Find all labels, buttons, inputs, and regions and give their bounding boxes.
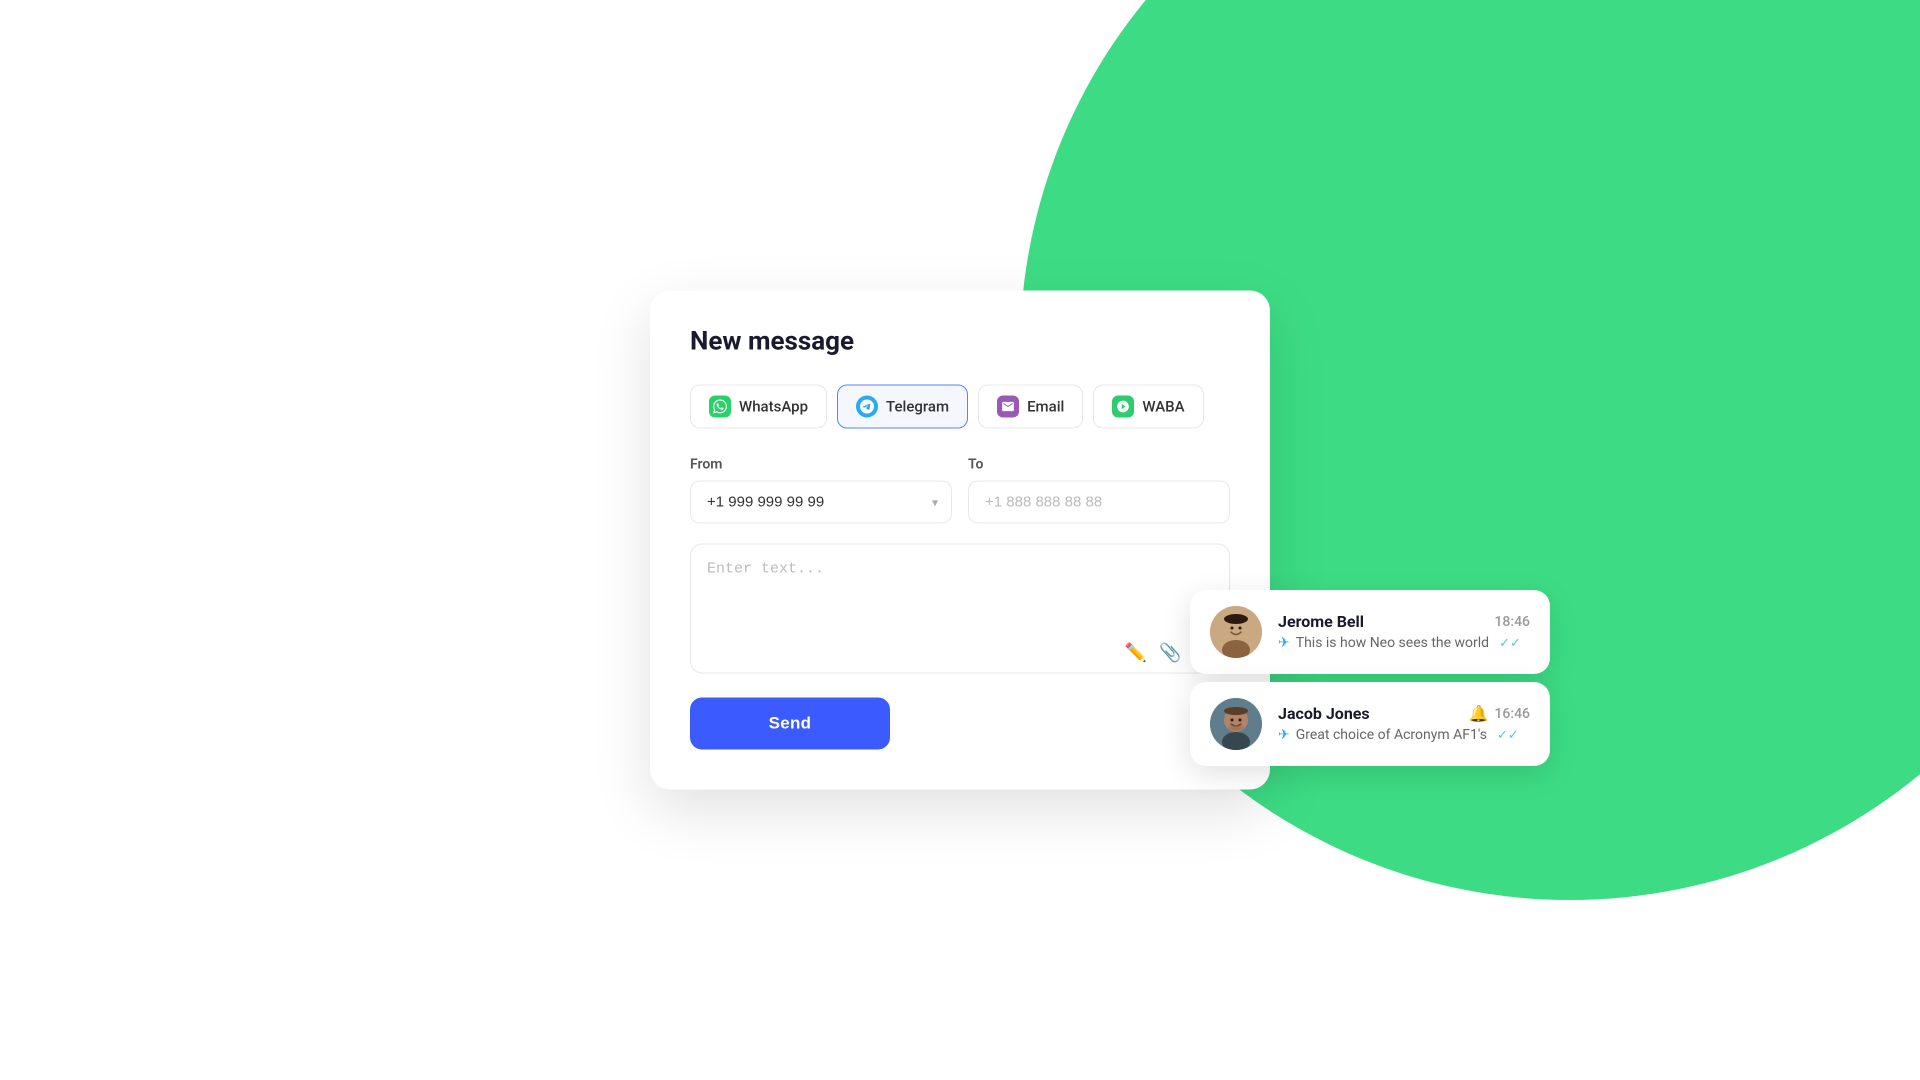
attachment-icon[interactable]: 📎 <box>1159 643 1181 664</box>
notif-check-jacob: ✓✓ <box>1497 728 1519 743</box>
telegram-tab-label: Telegram <box>886 398 949 416</box>
waba-icon <box>1112 396 1134 418</box>
notif-time-jerome: 18:46 <box>1494 614 1530 630</box>
telegram-msg-icon-jerome: ✈ <box>1278 635 1290 651</box>
email-icon <box>997 396 1019 418</box>
from-field-group: From +1 999 999 99 99 ▾ <box>690 457 952 524</box>
notif-header-jerome: Jerome Bell 18:46 <box>1278 612 1530 631</box>
notif-name-jerome: Jerome Bell <box>1278 612 1364 631</box>
tab-email[interactable]: Email <box>978 385 1083 429</box>
whatsapp-tab-label: WhatsApp <box>739 398 808 416</box>
avatar-jerome <box>1210 606 1262 658</box>
time-bell-wrapper: 🔔 16:46 <box>1469 704 1530 723</box>
bell-icon: 🔔 <box>1469 704 1489 723</box>
fields-row: From +1 999 999 99 99 ▾ To <box>690 457 1230 524</box>
notif-msg-text-jacob: Great choice of Acronym AF1's <box>1296 727 1487 743</box>
notif-message-jacob: ✈ Great choice of Acronym AF1's ✓✓ <box>1278 727 1530 743</box>
from-label: From <box>690 457 952 473</box>
avatar-jacob <box>1210 698 1262 750</box>
notif-name-jacob: Jacob Jones <box>1278 704 1370 723</box>
main-container: New message WhatsApp Telegram <box>650 291 1270 790</box>
notif-content-jerome: Jerome Bell 18:46 ✈ This is how Neo sees… <box>1278 612 1530 651</box>
whatsapp-icon <box>709 396 731 418</box>
waba-tab-label: WABA <box>1142 398 1184 416</box>
card-title: New message <box>690 327 1230 357</box>
notification-jacob[interactable]: Jacob Jones 🔔 16:46 ✈ Great choice of Ac… <box>1190 682 1550 766</box>
notif-time-jacob: 16:46 <box>1494 706 1530 722</box>
tab-waba[interactable]: WABA <box>1093 385 1203 429</box>
tab-telegram[interactable]: Telegram <box>837 385 968 429</box>
notification-jerome[interactable]: Jerome Bell 18:46 ✈ This is how Neo sees… <box>1190 590 1550 674</box>
from-select-wrapper: +1 999 999 99 99 ▾ <box>690 481 952 524</box>
notif-message-jerome: ✈ This is how Neo sees the world ✓✓ <box>1278 635 1530 651</box>
to-input[interactable] <box>968 481 1230 524</box>
email-tab-label: Email <box>1027 398 1064 416</box>
channel-tabs: WhatsApp Telegram Email <box>690 385 1230 429</box>
typing-icon[interactable]: ✏️ <box>1125 643 1147 664</box>
tab-whatsapp[interactable]: WhatsApp <box>690 385 827 429</box>
message-area-wrapper: ✏️ 📎 😊 <box>690 544 1230 678</box>
notif-header-jacob: Jacob Jones 🔔 16:46 <box>1278 704 1530 723</box>
to-label: To <box>968 457 1230 473</box>
telegram-icon <box>856 396 878 418</box>
send-button[interactable]: Send <box>690 698 890 750</box>
notif-check-jerome: ✓✓ <box>1499 636 1521 651</box>
notif-msg-text-jerome: This is how Neo sees the world <box>1296 635 1489 651</box>
to-field-group: To <box>968 457 1230 524</box>
new-message-card: New message WhatsApp Telegram <box>650 291 1270 790</box>
telegram-msg-icon-jacob: ✈ <box>1278 727 1290 743</box>
from-select[interactable]: +1 999 999 99 99 <box>690 481 952 524</box>
notif-content-jacob: Jacob Jones 🔔 16:46 ✈ Great choice of Ac… <box>1278 704 1530 743</box>
notifications-container: Jerome Bell 18:46 ✈ This is how Neo sees… <box>1190 590 1550 766</box>
